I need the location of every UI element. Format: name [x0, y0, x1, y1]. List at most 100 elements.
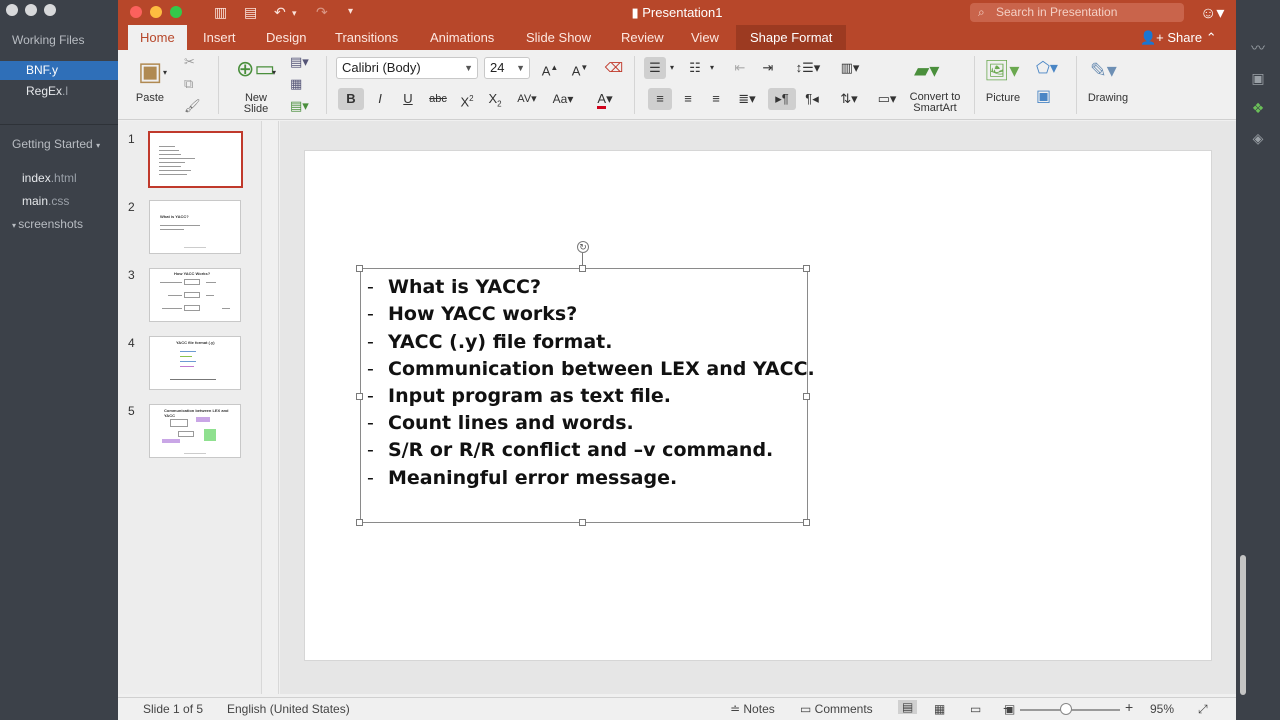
bullet-item[interactable]: - What is YACC?: [367, 276, 541, 298]
align-right-icon[interactable]: ≡: [704, 88, 728, 110]
tab-review[interactable]: Review: [621, 30, 664, 45]
zoom-out-icon[interactable]: −: [1003, 700, 1011, 716]
ltr-direction-icon[interactable]: ▸¶: [768, 88, 796, 110]
tab-slide-show[interactable]: Slide Show: [526, 30, 591, 45]
shapes-icon[interactable]: ⬠▾: [1036, 58, 1058, 78]
picture-icon[interactable]: 🖼▾: [984, 58, 1019, 83]
change-case-icon[interactable]: Aa▾: [546, 88, 580, 110]
bullet-item[interactable]: - Input program as text file.: [367, 385, 671, 407]
align-text-icon[interactable]: ▭▾: [870, 88, 904, 110]
superscript-icon[interactable]: X2: [454, 88, 480, 110]
resize-handle[interactable]: [356, 265, 363, 272]
format-painter-icon[interactable]: 🖌: [184, 98, 201, 114]
align-left-icon[interactable]: ≡: [648, 88, 672, 110]
decrease-font-size-icon[interactable]: A▼: [566, 57, 594, 79]
language-indicator[interactable]: English (United States): [227, 702, 350, 716]
new-slide-icon[interactable]: ⊕▭: [236, 56, 275, 82]
font-size-select[interactable]: 24 ▼: [484, 57, 530, 79]
resize-handle[interactable]: [356, 519, 363, 526]
decrease-indent-icon[interactable]: ⇤: [728, 57, 752, 79]
bullet-item[interactable]: - S/R or R/R conflict and –v command.: [367, 439, 773, 461]
columns-icon[interactable]: ▥▾: [832, 57, 868, 79]
smartart-icon[interactable]: ▰▾: [914, 58, 939, 83]
paste-dropdown-icon[interactable]: ▾: [163, 68, 167, 77]
slide-sorter-icon[interactable]: ▦: [934, 702, 945, 716]
slide-thumbnail-5[interactable]: Communication between LEX and YACC: [149, 404, 241, 458]
rtl-direction-icon[interactable]: ¶◂: [798, 88, 826, 110]
tab-home[interactable]: Home: [128, 25, 187, 50]
clear-formatting-icon[interactable]: ⌫: [600, 57, 628, 79]
resize-handle[interactable]: [356, 393, 363, 400]
tab-transitions[interactable]: Transitions: [335, 30, 398, 45]
font-color-icon[interactable]: A▾: [588, 88, 622, 110]
working-file-regex[interactable]: RegEx.l: [26, 84, 68, 98]
project-file-main[interactable]: main.css: [22, 194, 69, 208]
project-header[interactable]: Getting Started ▾: [12, 137, 100, 151]
line-spacing-icon[interactable]: ↕☰▾: [790, 57, 826, 79]
zoom-in-icon[interactable]: +: [1125, 699, 1133, 715]
tab-insert[interactable]: Insert: [203, 30, 236, 45]
increase-indent-icon[interactable]: ⇥: [756, 57, 780, 79]
character-spacing-icon[interactable]: AV▾: [510, 88, 544, 110]
slide-thumbnail-3[interactable]: How YACC Works?: [149, 268, 241, 322]
new-slide-dropdown-icon[interactable]: ▾: [272, 68, 276, 77]
live-preview-icon[interactable]: 〰: [1250, 40, 1266, 56]
drawing-icon[interactable]: ✎▾: [1090, 58, 1117, 83]
increase-font-size-icon[interactable]: A▲: [536, 57, 564, 79]
slide-thumbnail-2[interactable]: What is YACC?: [149, 200, 241, 254]
new-slide-button[interactable]: New Slide: [236, 93, 276, 115]
italic-button[interactable]: I: [368, 88, 392, 110]
minimize-dot[interactable]: [25, 4, 37, 16]
bold-button[interactable]: B: [338, 88, 364, 110]
layers-icon[interactable]: ◈: [1250, 130, 1266, 146]
bullet-item[interactable]: - Meaningful error message.: [367, 467, 677, 489]
align-center-icon[interactable]: ≡: [676, 88, 700, 110]
layout-icon[interactable]: ▤▾: [290, 54, 309, 70]
project-folder-screenshots[interactable]: ▾ screenshots: [12, 217, 83, 231]
font-name-select[interactable]: Calibri (Body) ▼: [336, 57, 478, 79]
extension-manager-icon[interactable]: ▣: [1250, 70, 1266, 86]
bullet-item[interactable]: - How YACC works?: [367, 303, 577, 325]
copy-icon[interactable]: ⧉: [184, 76, 193, 92]
subscript-icon[interactable]: X2: [482, 88, 508, 110]
zoom-slider-handle[interactable]: [1060, 703, 1072, 715]
normal-view-icon[interactable]: ▤: [898, 700, 918, 714]
numbering-icon[interactable]: ☷: [684, 57, 706, 79]
text-box-icon[interactable]: ▣: [1036, 86, 1051, 106]
tab-view[interactable]: View: [691, 30, 719, 45]
working-file-bnf[interactable]: BNF.y: [0, 61, 118, 80]
cut-icon[interactable]: ✂: [184, 54, 195, 70]
rotate-handle-icon[interactable]: ↻: [577, 241, 589, 253]
project-file-index[interactable]: index.html: [22, 171, 77, 185]
paste-button[interactable]: Paste: [130, 92, 170, 104]
tab-design[interactable]: Design: [266, 30, 306, 45]
notes-button[interactable]: ≐ Notes: [730, 702, 775, 716]
zoom-level[interactable]: 95%: [1150, 702, 1174, 716]
bullet-item[interactable]: - Count lines and words.: [367, 412, 634, 434]
comments-button[interactable]: ▭ Comments: [800, 702, 873, 716]
panel-divider[interactable]: [278, 121, 279, 694]
slide-thumbnail-1[interactable]: [148, 131, 243, 188]
reset-icon[interactable]: ▦: [290, 76, 302, 92]
close-dot[interactable]: [6, 4, 18, 16]
feedback-smiley-icon[interactable]: ☺▾: [1200, 3, 1224, 23]
bullets-icon[interactable]: ☰: [644, 57, 666, 79]
zoom-dot[interactable]: [44, 4, 56, 16]
tab-animations[interactable]: Animations: [430, 30, 494, 45]
reading-view-icon[interactable]: ▭: [970, 702, 981, 716]
strikethrough-button[interactable]: abc: [424, 88, 452, 110]
convert-to-smartart-button[interactable]: Convert to SmartArt: [902, 92, 968, 114]
search-field[interactable]: ⌕ Search in Presentation: [970, 3, 1184, 22]
underline-button[interactable]: U: [396, 88, 420, 110]
resize-handle[interactable]: [579, 265, 586, 272]
text-direction-icon[interactable]: ⇅▾: [832, 88, 866, 110]
tab-shape-format[interactable]: Shape Format: [736, 25, 847, 50]
justify-icon[interactable]: ≣▾: [732, 88, 762, 110]
vertical-scrollbar[interactable]: [1240, 555, 1246, 695]
resize-handle[interactable]: [803, 265, 810, 272]
picture-button[interactable]: Picture: [984, 92, 1022, 104]
bullet-item[interactable]: - Communication between LEX and YACC.: [367, 358, 815, 380]
share-button[interactable]: 👤+ Share ⌃: [1140, 30, 1217, 46]
resize-handle[interactable]: [803, 519, 810, 526]
bullets-dropdown-icon[interactable]: ▾: [666, 57, 678, 79]
